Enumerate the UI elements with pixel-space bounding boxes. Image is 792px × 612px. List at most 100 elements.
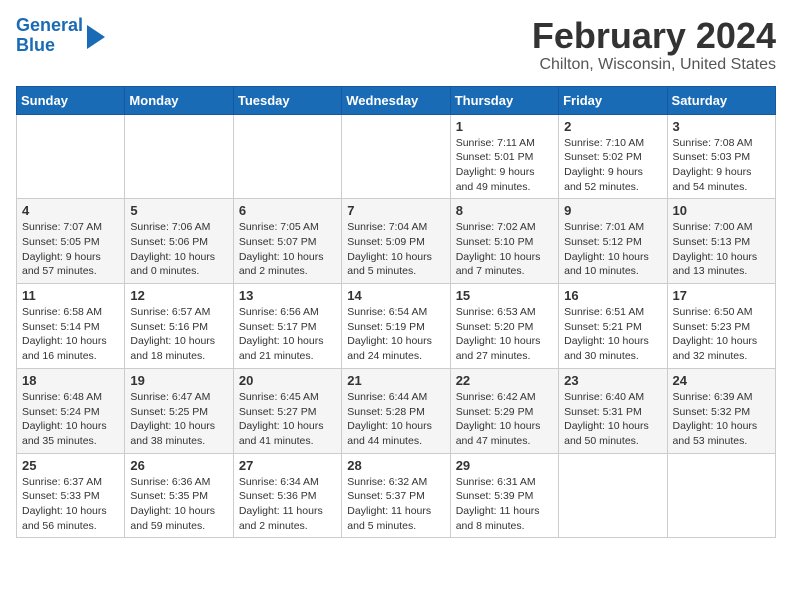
calendar-cell xyxy=(342,114,450,199)
calendar-cell: 8Sunrise: 7:02 AM Sunset: 5:10 PM Daylig… xyxy=(450,199,558,284)
day-info: Sunrise: 6:37 AM Sunset: 5:33 PM Dayligh… xyxy=(22,475,119,534)
calendar-cell: 25 Sunrise: 6:37 AM Sunset: 5:33 PM Dayli… xyxy=(17,453,125,538)
calendar-cell xyxy=(233,114,341,199)
day-number: 21 xyxy=(347,373,444,388)
day-number: 5 xyxy=(130,203,227,218)
day-info: Sunrise: 6:44 AM Sunset: 5:28 PM Dayligh… xyxy=(347,390,444,449)
day-number: 11 xyxy=(22,288,119,303)
calendar-cell: 11 Sunrise: 6:58 AM Sunset: 5:14 PM Dayli… xyxy=(17,284,125,369)
day-number: 1 xyxy=(456,119,553,134)
calendar-week-row: 25 Sunrise: 6:37 AM Sunset: 5:33 PM Dayli… xyxy=(17,453,776,538)
day-number: 29 xyxy=(456,458,553,473)
day-info: Sunrise: 6:54 AM Sunset: 5:19 PM Dayligh… xyxy=(347,305,444,364)
logo-text: General Blue xyxy=(16,16,83,56)
calendar-cell: 17 Sunrise: 6:50 AM Sunset: 5:23 PM Dayli… xyxy=(667,284,775,369)
day-info: Sunrise: 7:08 AM Sunset: 5:03 PM Dayligh… xyxy=(673,136,770,195)
calendar-table: SundayMondayTuesdayWednesdayThursdayFrid… xyxy=(16,86,776,539)
day-number: 28 xyxy=(347,458,444,473)
calendar-day-header: Tuesday xyxy=(233,86,341,114)
day-number: 19 xyxy=(130,373,227,388)
day-info: Sunrise: 6:57 AM Sunset: 5:16 PM Dayligh… xyxy=(130,305,227,364)
day-info: Sunrise: 6:31 AM Sunset: 5:39 PM Dayligh… xyxy=(456,475,553,534)
calendar-cell: 16Sunrise: 6:51 AM Sunset: 5:21 PM Dayli… xyxy=(559,284,667,369)
logo-line2: Blue xyxy=(16,35,55,55)
day-info: Sunrise: 6:47 AM Sunset: 5:25 PM Dayligh… xyxy=(130,390,227,449)
calendar-cell: 4Sunrise: 7:07 AM Sunset: 5:05 PM Daylig… xyxy=(17,199,125,284)
calendar-week-row: 1Sunrise: 7:11 AM Sunset: 5:01 PM Daylig… xyxy=(17,114,776,199)
day-number: 9 xyxy=(564,203,661,218)
day-number: 16 xyxy=(564,288,661,303)
day-number: 22 xyxy=(456,373,553,388)
calendar-cell: 3 Sunrise: 7:08 AM Sunset: 5:03 PM Daylig… xyxy=(667,114,775,199)
calendar-cell: 29 Sunrise: 6:31 AM Sunset: 5:39 PM Dayli… xyxy=(450,453,558,538)
page-subtitle: Chilton, Wisconsin, United States xyxy=(532,56,776,74)
day-number: 10 xyxy=(673,203,770,218)
page-title: February 2024 xyxy=(532,16,776,56)
calendar-day-header: Wednesday xyxy=(342,86,450,114)
day-info: Sunrise: 6:32 AM Sunset: 5:37 PM Dayligh… xyxy=(347,475,444,534)
calendar-cell: 13 Sunrise: 6:56 AM Sunset: 5:17 PM Dayli… xyxy=(233,284,341,369)
day-number: 27 xyxy=(239,458,336,473)
day-number: 8 xyxy=(456,203,553,218)
calendar-cell: 6Sunrise: 7:05 AM Sunset: 5:07 PM Daylig… xyxy=(233,199,341,284)
day-info: Sunrise: 6:40 AM Sunset: 5:31 PM Dayligh… xyxy=(564,390,661,449)
logo-line1: General xyxy=(16,15,83,35)
calendar-day-header: Sunday xyxy=(17,86,125,114)
day-info: Sunrise: 7:05 AM Sunset: 5:07 PM Dayligh… xyxy=(239,220,336,279)
day-info: Sunrise: 6:36 AM Sunset: 5:35 PM Dayligh… xyxy=(130,475,227,534)
calendar-cell: 18 Sunrise: 6:48 AM Sunset: 5:24 PM Dayli… xyxy=(17,368,125,453)
day-number: 12 xyxy=(130,288,227,303)
calendar-cell: 20 Sunrise: 6:45 AM Sunset: 5:27 PM Dayli… xyxy=(233,368,341,453)
day-info: Sunrise: 6:45 AM Sunset: 5:27 PM Dayligh… xyxy=(239,390,336,449)
day-number: 7 xyxy=(347,203,444,218)
calendar-cell: 9Sunrise: 7:01 AM Sunset: 5:12 PM Daylig… xyxy=(559,199,667,284)
calendar-cell: 26 Sunrise: 6:36 AM Sunset: 5:35 PM Dayli… xyxy=(125,453,233,538)
day-info: Sunrise: 7:00 AM Sunset: 5:13 PM Dayligh… xyxy=(673,220,770,279)
calendar-cell: 2Sunrise: 7:10 AM Sunset: 5:02 PM Daylig… xyxy=(559,114,667,199)
title-block: February 2024 Chilton, Wisconsin, United… xyxy=(532,16,776,74)
day-info: Sunrise: 6:39 AM Sunset: 5:32 PM Dayligh… xyxy=(673,390,770,449)
day-number: 24 xyxy=(673,373,770,388)
day-info: Sunrise: 6:42 AM Sunset: 5:29 PM Dayligh… xyxy=(456,390,553,449)
calendar-week-row: 18 Sunrise: 6:48 AM Sunset: 5:24 PM Dayli… xyxy=(17,368,776,453)
day-info: Sunrise: 7:04 AM Sunset: 5:09 PM Dayligh… xyxy=(347,220,444,279)
calendar-cell: 12 Sunrise: 6:57 AM Sunset: 5:16 PM Dayli… xyxy=(125,284,233,369)
calendar-day-header: Monday xyxy=(125,86,233,114)
day-number: 13 xyxy=(239,288,336,303)
day-number: 26 xyxy=(130,458,227,473)
calendar-cell: 10 Sunrise: 7:00 AM Sunset: 5:13 PM Dayli… xyxy=(667,199,775,284)
calendar-cell xyxy=(559,453,667,538)
calendar-cell: 7 Sunrise: 7:04 AM Sunset: 5:09 PM Daylig… xyxy=(342,199,450,284)
day-number: 23 xyxy=(564,373,661,388)
day-number: 3 xyxy=(673,119,770,134)
calendar-header-row: SundayMondayTuesdayWednesdayThursdayFrid… xyxy=(17,86,776,114)
day-info: Sunrise: 7:06 AM Sunset: 5:06 PM Dayligh… xyxy=(130,220,227,279)
day-info: Sunrise: 6:58 AM Sunset: 5:14 PM Dayligh… xyxy=(22,305,119,364)
logo: General Blue xyxy=(16,16,105,56)
calendar-cell: 19 Sunrise: 6:47 AM Sunset: 5:25 PM Dayli… xyxy=(125,368,233,453)
day-info: Sunrise: 6:48 AM Sunset: 5:24 PM Dayligh… xyxy=(22,390,119,449)
day-number: 14 xyxy=(347,288,444,303)
day-info: Sunrise: 6:34 AM Sunset: 5:36 PM Dayligh… xyxy=(239,475,336,534)
calendar-week-row: 11 Sunrise: 6:58 AM Sunset: 5:14 PM Dayli… xyxy=(17,284,776,369)
calendar-day-header: Thursday xyxy=(450,86,558,114)
calendar-day-header: Friday xyxy=(559,86,667,114)
calendar-cell: 14 Sunrise: 6:54 AM Sunset: 5:19 PM Dayli… xyxy=(342,284,450,369)
day-number: 25 xyxy=(22,458,119,473)
calendar-cell xyxy=(667,453,775,538)
day-number: 20 xyxy=(239,373,336,388)
day-info: Sunrise: 6:56 AM Sunset: 5:17 PM Dayligh… xyxy=(239,305,336,364)
calendar-week-row: 4Sunrise: 7:07 AM Sunset: 5:05 PM Daylig… xyxy=(17,199,776,284)
day-number: 18 xyxy=(22,373,119,388)
calendar-cell: 28 Sunrise: 6:32 AM Sunset: 5:37 PM Dayli… xyxy=(342,453,450,538)
calendar-cell: 5 Sunrise: 7:06 AM Sunset: 5:06 PM Daylig… xyxy=(125,199,233,284)
calendar-cell: 21 Sunrise: 6:44 AM Sunset: 5:28 PM Dayli… xyxy=(342,368,450,453)
day-number: 17 xyxy=(673,288,770,303)
day-number: 4 xyxy=(22,203,119,218)
day-info: Sunrise: 6:53 AM Sunset: 5:20 PM Dayligh… xyxy=(456,305,553,364)
day-info: Sunrise: 6:50 AM Sunset: 5:23 PM Dayligh… xyxy=(673,305,770,364)
calendar-cell: 22 Sunrise: 6:42 AM Sunset: 5:29 PM Dayli… xyxy=(450,368,558,453)
page-header: General Blue February 2024 Chilton, Wisc… xyxy=(16,16,776,74)
calendar-cell: 15Sunrise: 6:53 AM Sunset: 5:20 PM Dayli… xyxy=(450,284,558,369)
calendar-cell xyxy=(17,114,125,199)
